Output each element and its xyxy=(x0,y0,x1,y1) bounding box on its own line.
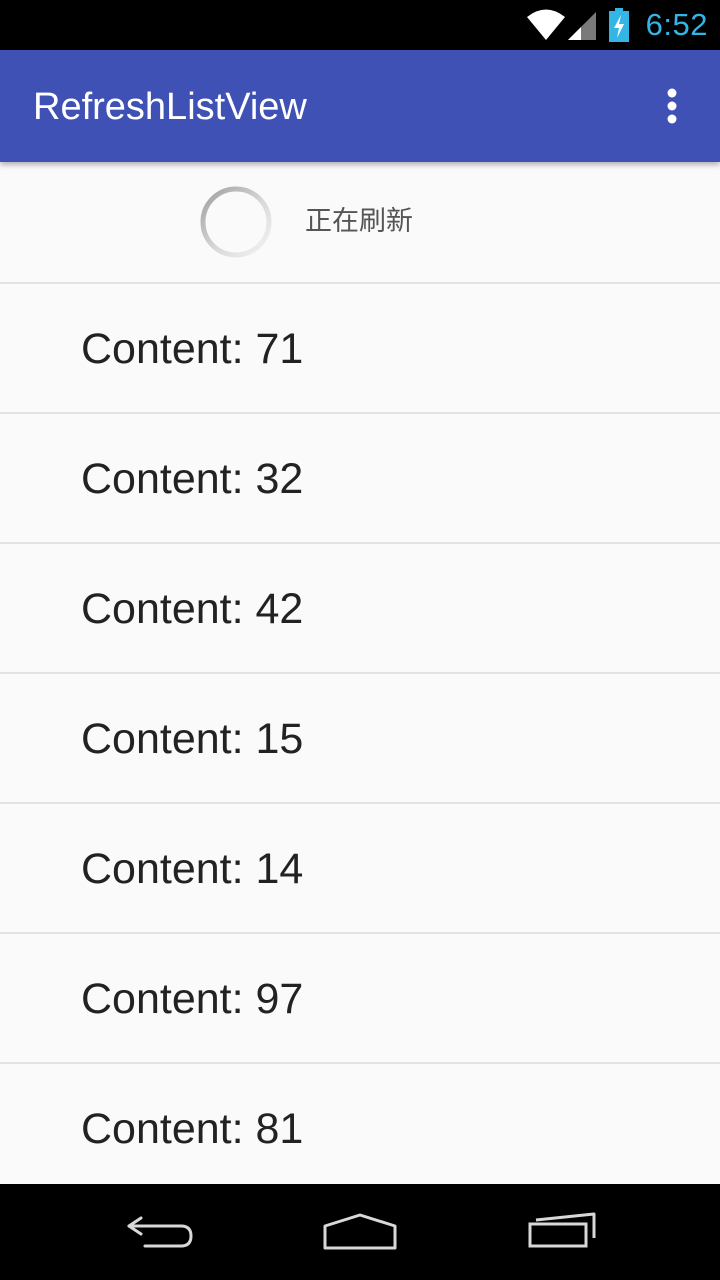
home-button[interactable] xyxy=(310,1202,410,1262)
navigation-bar xyxy=(0,1184,720,1280)
back-button[interactable] xyxy=(110,1202,210,1262)
list-item[interactable]: Content: 81 xyxy=(0,1064,720,1194)
overflow-menu-button[interactable] xyxy=(652,86,692,126)
list-item[interactable]: Content: 71 xyxy=(0,284,720,414)
home-icon xyxy=(323,1213,397,1250)
list-item-label: Content: 71 xyxy=(81,325,304,373)
loading-spinner-icon xyxy=(200,186,272,258)
more-vert-icon xyxy=(667,88,677,124)
status-clock: 6:52 xyxy=(645,7,708,42)
list-item[interactable]: Content: 97 xyxy=(0,934,720,1064)
status-icons: 6:52 xyxy=(526,0,720,50)
list-item[interactable]: Content: 14 xyxy=(0,804,720,934)
list-item[interactable]: Content: 42 xyxy=(0,544,720,674)
list-item-label: Content: 15 xyxy=(81,715,304,763)
status-bar: 6:52 xyxy=(0,0,720,50)
list-item-label: Content: 81 xyxy=(81,1105,304,1153)
back-icon xyxy=(127,1216,193,1248)
list-item-label: Content: 32 xyxy=(81,455,304,503)
list-item-label: Content: 14 xyxy=(81,845,304,893)
wifi-icon xyxy=(526,9,565,40)
refresh-status-text: 正在刷新 xyxy=(305,206,413,237)
app-bar: RefreshListView xyxy=(0,50,720,162)
cell-signal-icon xyxy=(567,12,596,40)
refresh-header: 正在刷新 xyxy=(0,162,720,284)
screen: 6:52 RefreshListView 正在刷新 Content: 71 Co… xyxy=(0,0,720,1280)
list-item[interactable]: Content: 15 xyxy=(0,674,720,804)
list-item[interactable]: Content: 32 xyxy=(0,414,720,544)
list-item-label: Content: 97 xyxy=(81,975,304,1023)
recents-button[interactable] xyxy=(512,1202,612,1262)
content-list[interactable]: Content: 71 Content: 32 Content: 42 Cont… xyxy=(0,284,720,1194)
recents-icon xyxy=(528,1212,596,1248)
app-title: RefreshListView xyxy=(33,86,307,128)
battery-charging-icon xyxy=(608,8,629,42)
list-item-label: Content: 42 xyxy=(81,585,304,633)
